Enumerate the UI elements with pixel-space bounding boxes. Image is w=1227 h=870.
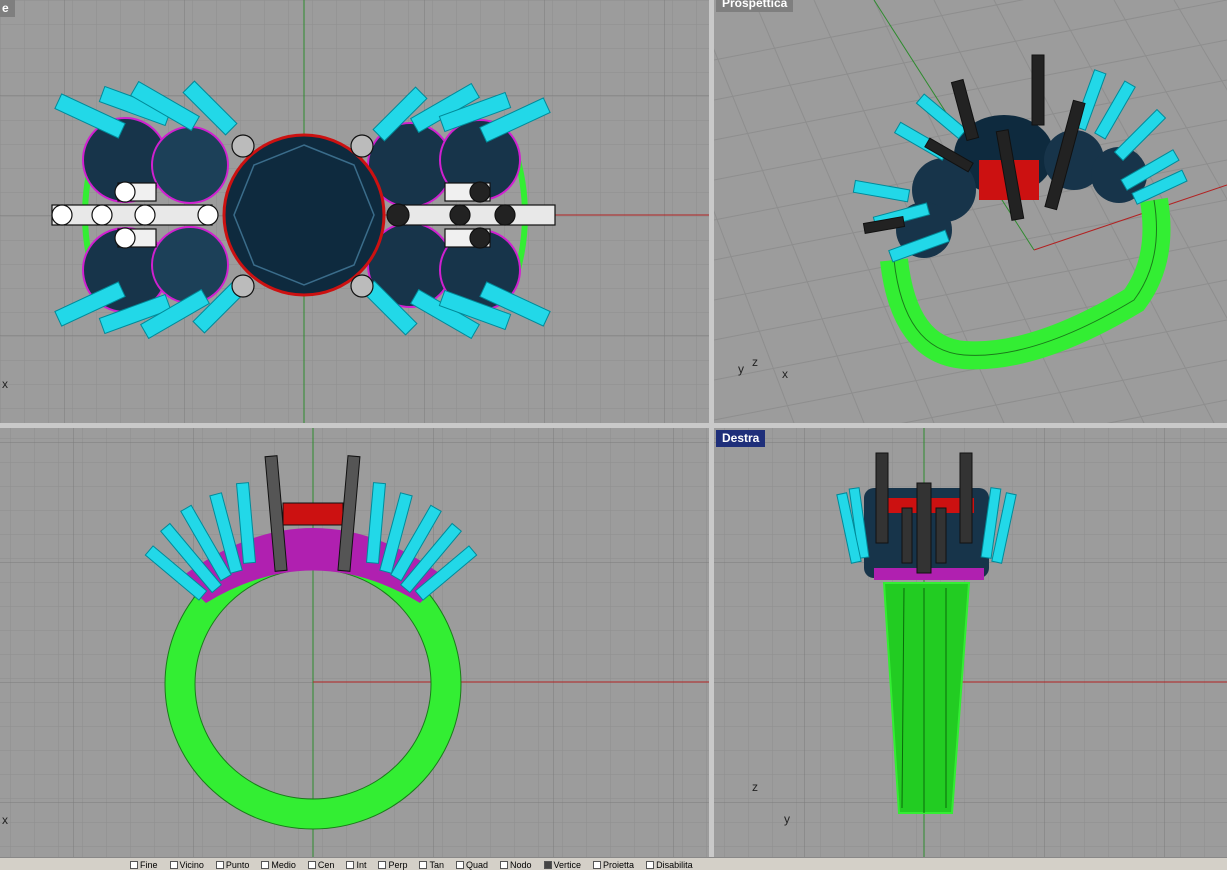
right-axis-z-label: z xyxy=(752,780,758,794)
viewport-top[interactable]: e x xyxy=(0,0,709,423)
viewport-right[interactable]: Destra z y xyxy=(714,428,1227,857)
osnap-label: Proietta xyxy=(603,859,635,870)
osnap-label: Quad xyxy=(465,859,489,870)
osnap-vertice[interactable]: Vertice xyxy=(543,859,582,870)
osnap-checkbox[interactable] xyxy=(543,860,552,869)
osnap-label: Perp xyxy=(388,859,408,870)
persp-axis-x-label: x xyxy=(782,367,788,381)
osnap-label: Cen xyxy=(317,859,335,870)
osnap-int[interactable]: Int xyxy=(346,859,366,870)
osnap-perp[interactable]: Perp xyxy=(378,859,407,870)
osnap-checkbox[interactable] xyxy=(215,860,224,869)
osnap-checkbox[interactable] xyxy=(307,860,316,869)
osnap-medio[interactable]: Medio xyxy=(261,859,296,870)
osnap-label: Fine xyxy=(140,859,158,870)
osnap-label: Punto xyxy=(225,859,250,870)
osnap-quad[interactable]: Quad xyxy=(455,859,489,870)
osnap-disabilita[interactable]: Disabilita xyxy=(646,859,693,870)
osnap-vicino[interactable]: Vicino xyxy=(169,859,204,870)
viewport-perspective[interactable]: Prospettica y z x xyxy=(714,0,1227,423)
viewport-front[interactable]: x xyxy=(0,428,709,857)
osnap-checkbox[interactable] xyxy=(593,860,602,869)
osnap-label: Vicino xyxy=(179,859,204,870)
osnap-tan[interactable]: Tan xyxy=(419,859,444,870)
osnap-label: Medio xyxy=(271,859,296,870)
osnap-checkbox[interactable] xyxy=(261,860,270,869)
osnap-label: Int xyxy=(356,859,367,870)
osnap-cen[interactable]: Cen xyxy=(307,859,335,870)
osnap-checkbox[interactable] xyxy=(346,860,355,869)
osnap-punto[interactable]: Punto xyxy=(215,859,250,870)
viewport-right-title[interactable]: Destra xyxy=(716,430,766,447)
viewport-perspective-title[interactable]: Prospettica xyxy=(716,0,794,12)
osnap-checkbox[interactable] xyxy=(419,860,428,869)
viewport-top-title[interactable]: e xyxy=(0,0,15,17)
top-axis-x-label: x xyxy=(2,377,8,391)
osnap-checkbox[interactable] xyxy=(169,860,178,869)
osnap-label: Tan xyxy=(429,859,444,870)
osnap-checkbox[interactable] xyxy=(455,860,464,869)
persp-axis-y-label: y xyxy=(738,362,744,376)
osnap-label: Nodo xyxy=(510,859,532,870)
osnap-label: Vertice xyxy=(553,859,582,870)
osnap-nodo[interactable]: Nodo xyxy=(500,859,532,870)
osnap-label: Disabilita xyxy=(656,859,693,870)
front-grid xyxy=(0,428,709,857)
osnap-checkbox[interactable] xyxy=(500,860,509,869)
osnap-proietta[interactable]: Proietta xyxy=(593,859,634,870)
front-axis-x-label: x xyxy=(2,813,8,827)
osnap-bar: Fine Vicino Punto Medio Cen Int Perp Tan Quad Nod… xyxy=(0,857,1227,870)
right-axis-y-label: y xyxy=(784,812,790,826)
osnap-checkbox[interactable] xyxy=(378,860,387,869)
top-grid xyxy=(0,0,709,423)
osnap-checkbox[interactable] xyxy=(130,860,138,869)
perspective-grid xyxy=(714,0,1227,423)
osnap-checkbox[interactable] xyxy=(646,860,655,869)
persp-axis-z-label: z xyxy=(752,355,758,369)
right-grid xyxy=(714,428,1227,857)
osnap-fine[interactable]: Fine xyxy=(130,859,158,870)
